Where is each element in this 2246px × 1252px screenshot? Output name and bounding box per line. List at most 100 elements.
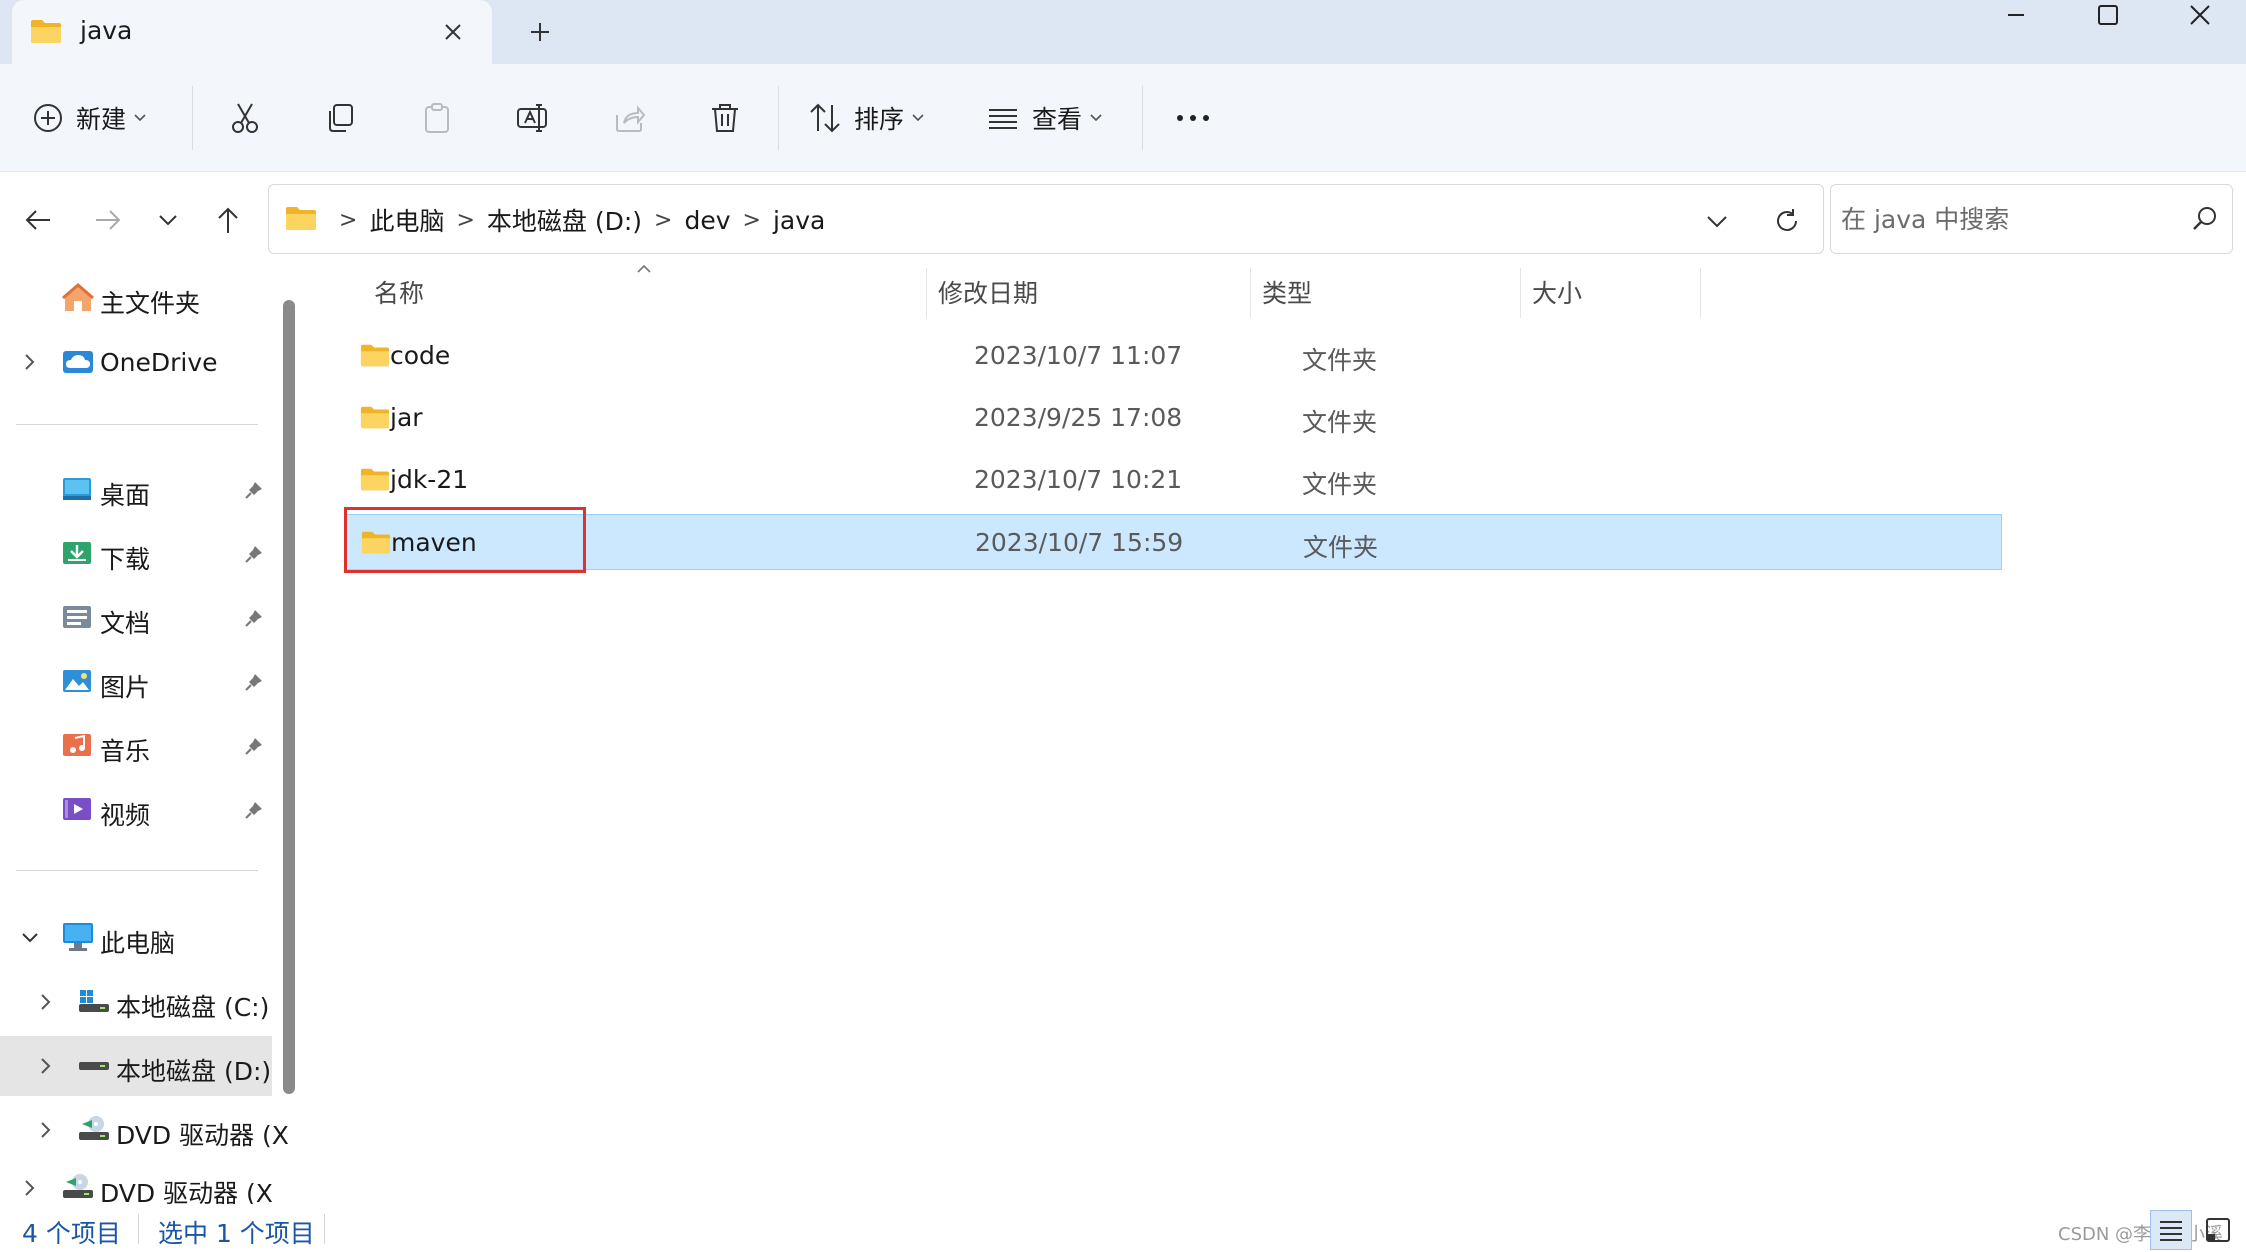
chevron-down-icon [912, 114, 924, 122]
tab-java[interactable]: java [12, 0, 492, 64]
breadcrumb-item-local-disk-d[interactable]: 本地磁盘 (D:) [487, 202, 642, 238]
file-date: 2023/10/7 15:59 [975, 528, 1184, 557]
column-resize-handle[interactable] [1520, 268, 1521, 318]
chevron-right-icon[interactable] [18, 1176, 42, 1200]
details-view-icon[interactable] [2150, 1210, 2192, 1250]
up-button[interactable] [208, 200, 248, 240]
chevron-right-icon[interactable] [34, 1054, 58, 1078]
search-input[interactable] [1841, 195, 2171, 243]
title-bar: java [0, 0, 2246, 64]
breadcrumb-item-dev[interactable]: dev [684, 206, 730, 235]
desktop-icon [62, 476, 92, 502]
sidebar-item-local-disk-c[interactable]: 本地磁盘 (C:) [0, 972, 272, 1032]
chevron-right-icon[interactable] [18, 350, 42, 374]
folder-icon [285, 205, 317, 231]
rename-button[interactable] [512, 92, 554, 144]
drive-icon [78, 1056, 110, 1076]
minimize-icon[interactable] [1970, 0, 2062, 30]
column-header-name[interactable]: 名称 [374, 264, 934, 320]
maximize-icon[interactable] [2062, 0, 2154, 30]
tiles-view-icon[interactable] [2198, 1210, 2238, 1250]
close-icon[interactable] [437, 16, 469, 48]
sidebar-item-downloads[interactable]: 下载 [0, 524, 272, 584]
sidebar-item-onedrive[interactable]: OneDrive [0, 332, 272, 392]
table-row[interactable]: code 2023/10/7 11:07 文件夹 [346, 328, 2002, 384]
status-bar: 4 个项目 选中 1 个项目 CSDN @李奥吉小溪 [0, 1204, 2246, 1252]
sidebar-item-this-pc[interactable]: 此电脑 [0, 908, 272, 968]
back-button[interactable] [18, 200, 58, 240]
column-header-label: 名称 [374, 279, 425, 308]
status-divider [324, 1214, 325, 1244]
sort-button[interactable]: 排序 [808, 92, 924, 144]
search-icon[interactable] [2191, 205, 2219, 233]
paste-button[interactable] [416, 92, 458, 144]
share-button[interactable] [608, 92, 650, 144]
chevron-right-icon[interactable] [34, 990, 58, 1014]
sidebar-item-label: DVD 驱动器 (X:) [100, 1179, 272, 1204]
chevron-right-icon[interactable] [34, 1118, 58, 1142]
sidebar-item-dvd-drive[interactable]: DVD 驱动器 (X [0, 1100, 289, 1160]
more-button[interactable] [1172, 92, 1214, 144]
table-row-selected[interactable]: maven 2023/10/7 15:59 文件夹 [346, 514, 2002, 570]
sidebar-item-home[interactable]: 主文件夹 [0, 268, 272, 328]
video-icon [62, 796, 92, 822]
breadcrumb-separator[interactable]: > [654, 208, 672, 233]
sidebar-item-label: 下载 [100, 545, 151, 574]
table-row[interactable]: jdk-21 2023/10/7 10:21 文件夹 [346, 452, 2002, 508]
address-bar[interactable]: > 此电脑 > 本地磁盘 (D:) > dev > java [268, 184, 1824, 254]
picture-icon [62, 668, 92, 694]
refresh-icon[interactable] [1769, 203, 1805, 239]
share-icon [612, 101, 646, 135]
more-icon [1175, 113, 1211, 123]
column-header-type[interactable]: 类型 [1262, 264, 1522, 320]
toolbar-divider [778, 86, 779, 150]
new-label: 新建 [76, 105, 127, 134]
sidebar-item-music[interactable]: 音乐 [0, 716, 272, 776]
table-row[interactable]: jar 2023/9/25 17:08 文件夹 [346, 390, 2002, 446]
cut-button[interactable] [224, 92, 266, 144]
folder-icon [30, 18, 62, 44]
column-resize-handle[interactable] [1250, 268, 1251, 318]
file-name: jar [390, 403, 423, 432]
folder-icon [360, 342, 390, 368]
sidebar-item-desktop[interactable]: 桌面 [0, 460, 272, 520]
new-tab-icon[interactable] [524, 16, 556, 48]
file-name: jdk-21 [390, 465, 469, 494]
column-resize-handle[interactable] [1700, 268, 1701, 318]
sidebar-item-videos[interactable]: 视频 [0, 780, 272, 840]
view-button[interactable]: 查看 [986, 92, 1102, 144]
column-resize-handle[interactable] [926, 268, 927, 318]
breadcrumb-separator[interactable]: > [339, 208, 357, 233]
plus-circle-icon [32, 102, 64, 134]
sidebar-scrollbar-thumb[interactable] [283, 300, 295, 1094]
chevron-down-icon[interactable] [18, 926, 42, 950]
sidebar-item-pictures[interactable]: 图片 [0, 652, 272, 712]
delete-button[interactable] [704, 92, 746, 144]
file-date: 2023/10/7 10:21 [974, 465, 1183, 494]
forward-button[interactable] [88, 200, 128, 240]
breadcrumb-separator[interactable]: > [456, 208, 474, 233]
sidebar-item-documents[interactable]: 文档 [0, 588, 272, 648]
breadcrumb-item-java[interactable]: java [773, 206, 825, 235]
breadcrumb-item-this-pc[interactable]: 此电脑 [369, 202, 444, 238]
recent-locations-button[interactable] [148, 200, 188, 240]
list-view-icon [986, 101, 1020, 135]
file-type: 文件夹 [1302, 470, 1378, 499]
chevron-down-icon [134, 114, 146, 122]
breadcrumb-separator[interactable]: > [743, 208, 761, 233]
column-header-size[interactable]: 大小 [1532, 264, 1712, 320]
address-history-chevron-icon[interactable] [1699, 203, 1735, 239]
home-icon [62, 282, 94, 314]
pin-icon [244, 480, 264, 500]
sidebar-item-dvd-drive-x[interactable]: DVD 驱动器 (X:) [0, 1164, 272, 1204]
selected-count: 选中 1 个项目 [158, 1219, 315, 1248]
folder-icon [360, 404, 390, 430]
dvd-drive-icon [62, 1172, 94, 1200]
column-header-label: 类型 [1262, 279, 1313, 308]
column-header-date[interactable]: 修改日期 [938, 264, 1258, 320]
new-button[interactable]: 新建 [32, 92, 146, 144]
copy-button[interactable] [320, 92, 362, 144]
window-close-icon[interactable] [2154, 0, 2246, 30]
sidebar-item-local-disk-d[interactable]: 本地磁盘 (D:) [0, 1036, 272, 1096]
pin-icon [244, 608, 264, 628]
